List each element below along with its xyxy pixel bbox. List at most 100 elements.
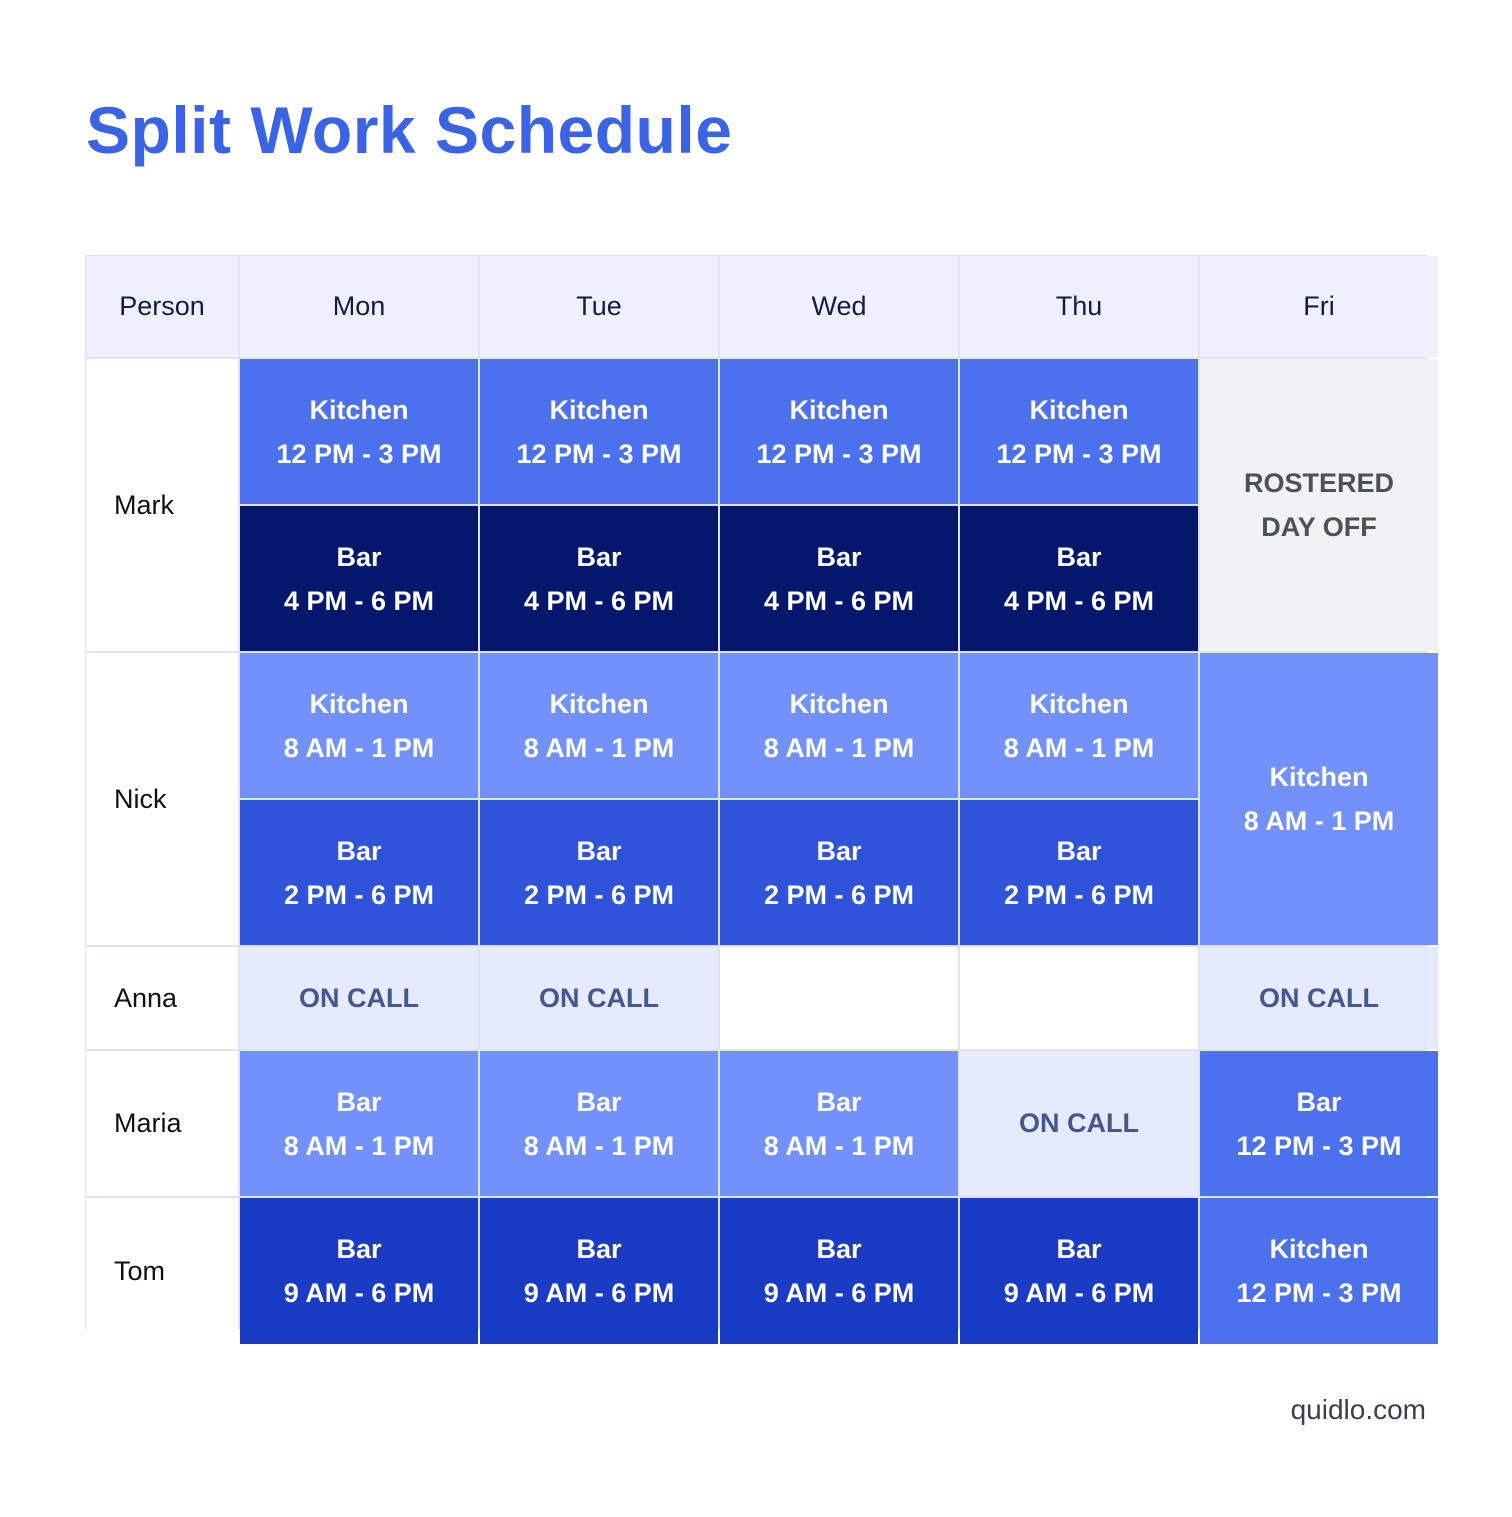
shift-cell: Kitchen 8 AM - 1 PM (480, 653, 718, 798)
shift-label: Kitchen (789, 394, 889, 425)
shift-label: Bar (816, 1234, 862, 1264)
shift-label: Kitchen (1029, 394, 1129, 425)
empty-cell (960, 947, 1198, 1049)
page-title: Split Work Schedule (86, 93, 733, 167)
shift-cell: Bar 4 PM - 6 PM (720, 506, 958, 651)
shift-time: 4 PM - 6 PM (523, 585, 675, 616)
shift-time: 9 AM - 6 PM (523, 1278, 675, 1308)
shift-label: Kitchen (1269, 1234, 1369, 1264)
shift-cell: Bar 9 AM - 6 PM (720, 1198, 958, 1344)
shift-time: 2 PM - 6 PM (283, 879, 435, 910)
shift-time: 4 PM - 6 PM (1003, 585, 1155, 616)
shift-cell: Kitchen 12 PM - 3 PM (480, 359, 718, 504)
shift-label: Bar (336, 541, 382, 572)
shift-cell: Kitchen 8 AM - 1 PM (240, 653, 478, 798)
header-thu: Thu (960, 256, 1198, 357)
shift-cell: Bar 2 PM - 6 PM (720, 800, 958, 945)
person-nick: Nick (86, 653, 238, 945)
person-mark: Mark (86, 359, 238, 651)
shift-cell: Bar 4 PM - 6 PM (960, 506, 1198, 651)
shift-time: 8 AM - 1 PM (1243, 806, 1395, 836)
shift-time: 12 PM - 3 PM (276, 438, 442, 469)
shift-cell: Kitchen 12 PM - 3 PM (240, 359, 478, 504)
person-tom: Tom (86, 1198, 238, 1344)
shift-time: 12 PM - 3 PM (1236, 1130, 1402, 1161)
shift-label: Kitchen (1029, 688, 1129, 719)
on-call-cell: ON CALL (240, 947, 478, 1049)
shift-cell: Bar 2 PM - 6 PM (480, 800, 718, 945)
shift-label: Bar (576, 541, 622, 572)
shift-label: Bar (576, 835, 622, 866)
on-call-cell: ON CALL (960, 1051, 1198, 1196)
shift-label: Kitchen (549, 394, 649, 425)
shift-cell: Bar 8 AM - 1 PM (480, 1051, 718, 1196)
header-mon: Mon (240, 256, 478, 357)
shift-label: Bar (1056, 1234, 1102, 1264)
shift-label: Bar (1296, 1086, 1342, 1117)
shift-time: 2 PM - 6 PM (763, 879, 915, 910)
shift-cell: Kitchen 8 AM - 1 PM (1200, 653, 1438, 945)
empty-cell (720, 947, 958, 1049)
shift-time: 2 PM - 6 PM (523, 879, 675, 910)
shift-label: Bar (576, 1234, 622, 1264)
day-off-line2: DAY OFF (1261, 512, 1377, 542)
shift-time: 8 AM - 1 PM (763, 732, 915, 763)
shift-cell: Kitchen 8 AM - 1 PM (720, 653, 958, 798)
day-off-line1: ROSTERED (1243, 468, 1395, 498)
shift-time: 8 AM - 1 PM (283, 732, 435, 763)
person-anna: Anna (86, 947, 238, 1049)
shift-cell: Bar 9 AM - 6 PM (960, 1198, 1198, 1344)
header-person: Person (86, 256, 238, 357)
shift-label: Kitchen (789, 688, 889, 719)
shift-cell: Kitchen 12 PM - 3 PM (960, 359, 1198, 504)
shift-label: Bar (816, 1086, 862, 1117)
shift-time: 9 AM - 6 PM (283, 1278, 435, 1308)
shift-label: Bar (336, 835, 382, 866)
shift-time: 8 AM - 1 PM (283, 1130, 435, 1161)
shift-label: Kitchen (1269, 762, 1369, 792)
shift-label: Bar (816, 835, 862, 866)
shift-time: 8 AM - 1 PM (763, 1130, 915, 1161)
rostered-day-off-cell: ROSTERED DAY OFF (1200, 359, 1438, 651)
shift-cell: Bar 8 AM - 1 PM (720, 1051, 958, 1196)
shift-cell: Kitchen 12 PM - 3 PM (720, 359, 958, 504)
shift-time: 4 PM - 6 PM (283, 585, 435, 616)
shift-cell: Bar 9 AM - 6 PM (480, 1198, 718, 1344)
footer-brand: quidlo.com (1290, 1394, 1426, 1425)
shift-label: Bar (1056, 541, 1102, 572)
shift-cell: Bar 4 PM - 6 PM (240, 506, 478, 651)
shift-cell: Kitchen 12 PM - 3 PM (1200, 1198, 1438, 1344)
shift-cell: Bar 8 AM - 1 PM (240, 1051, 478, 1196)
shift-time: 8 AM - 1 PM (523, 732, 675, 763)
shift-time: 12 PM - 3 PM (996, 438, 1162, 469)
shift-time: 9 AM - 6 PM (763, 1278, 915, 1308)
shift-label: Bar (336, 1234, 382, 1264)
shift-cell: Bar 4 PM - 6 PM (480, 506, 718, 651)
shift-cell: Kitchen 8 AM - 1 PM (960, 653, 1198, 798)
shift-label: Bar (336, 1086, 382, 1117)
shift-cell: Bar 2 PM - 6 PM (960, 800, 1198, 945)
shift-label: Bar (576, 1086, 622, 1117)
shift-time: 4 PM - 6 PM (763, 585, 915, 616)
shift-time: 8 AM - 1 PM (1003, 732, 1155, 763)
shift-time: 12 PM - 3 PM (1236, 1278, 1402, 1308)
shift-cell: Bar 9 AM - 6 PM (240, 1198, 478, 1344)
shift-label: Kitchen (309, 688, 409, 719)
shift-time: 12 PM - 3 PM (756, 438, 922, 469)
on-call-cell: ON CALL (1200, 947, 1438, 1049)
shift-time: 12 PM - 3 PM (516, 438, 682, 469)
on-call-cell: ON CALL (480, 947, 718, 1049)
shift-time: 8 AM - 1 PM (523, 1130, 675, 1161)
shift-label: Bar (816, 541, 862, 572)
shift-label: Bar (1056, 835, 1102, 866)
shift-label: Kitchen (309, 394, 409, 425)
header-fri: Fri (1200, 256, 1438, 357)
shift-cell: Bar 12 PM - 3 PM (1200, 1051, 1438, 1196)
shift-time: 2 PM - 6 PM (1003, 879, 1155, 910)
shift-cell: Bar 2 PM - 6 PM (240, 800, 478, 945)
schedule-table: Person Mon Tue Wed Thu Fri Mark Kitchen 1… (85, 255, 1438, 1344)
header-wed: Wed (720, 256, 958, 357)
shift-label: Kitchen (549, 688, 649, 719)
shift-time: 9 AM - 6 PM (1003, 1278, 1155, 1308)
person-maria: Maria (86, 1051, 238, 1196)
